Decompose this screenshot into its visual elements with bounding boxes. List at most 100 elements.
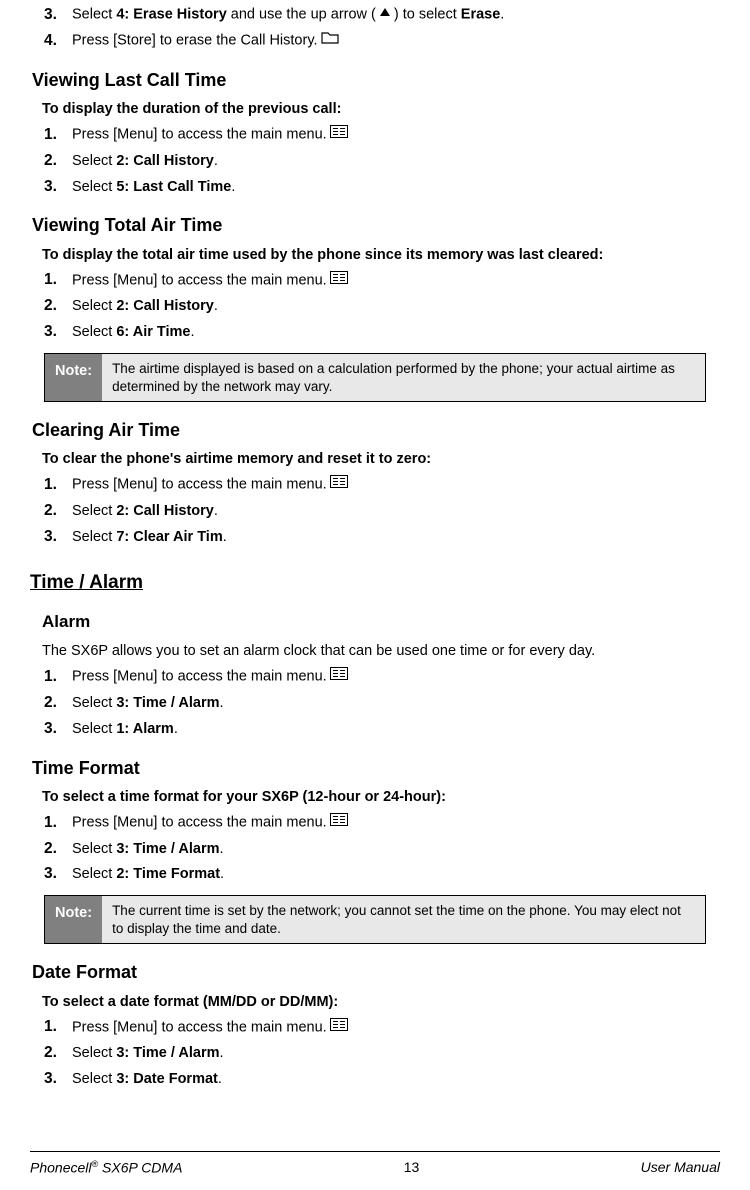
note-label: Note: (45, 896, 102, 943)
step-item: 2.Select 2: Call History. (44, 501, 720, 522)
menu-icon (330, 813, 348, 833)
step-item: 2.Select 3: Time / Alarm. (44, 693, 720, 714)
step-list: 1.Press [Menu] to access the main menu.2… (30, 1017, 720, 1090)
step-number: 3. (44, 177, 72, 198)
menu-icon (330, 1018, 348, 1038)
section-heading: Time Format (30, 756, 720, 780)
step-number: 2. (44, 693, 72, 714)
step-number: 2. (44, 1043, 72, 1064)
step-text: Select 5: Last Call Time. (72, 178, 720, 198)
step-number: 3. (44, 719, 72, 740)
step-text: Press [Menu] to access the main menu. (72, 667, 720, 687)
step-number: 2. (44, 296, 72, 317)
step-item: 3.Select 1: Alarm. (44, 719, 720, 740)
step-text: Select 2: Call History. (72, 502, 720, 522)
step-text: Select 4: Erase History and use the up a… (72, 5, 720, 25)
step-list: 3.Select 4: Erase History and use the up… (30, 5, 720, 52)
menu-icon (330, 125, 348, 145)
step-item: 2.Select 3: Time / Alarm. (44, 1043, 720, 1064)
step-number: 2. (44, 501, 72, 522)
section-heading-major: Time / Alarm (30, 570, 720, 596)
step-text: Select 7: Clear Air Tim. (72, 528, 720, 548)
intro-text: To select a date format (MM/DD or DD/MM)… (30, 993, 720, 1013)
step-text: Select 2: Call History. (72, 152, 720, 172)
step-text: Select 1: Alarm. (72, 720, 720, 740)
step-item: 2.Select 2: Call History. (44, 296, 720, 317)
intro-text: To select a time format for your SX6P (1… (30, 788, 720, 808)
folder-icon (321, 31, 339, 51)
up-arrow-icon (379, 5, 391, 25)
step-item: 3.Select 6: Air Time. (44, 322, 720, 343)
step-list: 1.Press [Menu] to access the main menu.2… (30, 475, 720, 548)
page: 3.Select 4: Erase History and use the up… (0, 5, 750, 1190)
paragraph: The SX6P allows you to set an alarm cloc… (30, 642, 720, 662)
step-number: 1. (44, 813, 72, 834)
step-item: 3.Select 5: Last Call Time. (44, 177, 720, 198)
step-number: 1. (44, 667, 72, 688)
step-text: Press [Menu] to access the main menu. (72, 813, 720, 833)
step-number: 2. (44, 151, 72, 172)
step-text: Press [Menu] to access the main menu. (72, 271, 720, 291)
step-item: 1.Press [Menu] to access the main menu. (44, 125, 720, 146)
step-number: 1. (44, 1017, 72, 1038)
step-item: 1.Press [Menu] to access the main menu. (44, 1017, 720, 1038)
intro-text: To clear the phone's airtime memory and … (30, 450, 720, 470)
step-text: Press [Menu] to access the main menu. (72, 125, 720, 145)
step-item: 3.Select 4: Erase History and use the up… (44, 5, 720, 26)
menu-icon (330, 271, 348, 291)
step-item: 1.Press [Menu] to access the main menu. (44, 270, 720, 291)
footer-right: User Manual (641, 1158, 720, 1178)
step-number: 3. (44, 864, 72, 885)
note-body: The airtime displayed is based on a calc… (102, 354, 705, 401)
page-number: 13 (404, 1158, 420, 1178)
step-number: 3. (44, 1069, 72, 1090)
step-list: 1.Press [Menu] to access the main menu.2… (30, 270, 720, 343)
step-text: Press [Menu] to access the main menu. (72, 1018, 720, 1038)
step-number: 1. (44, 125, 72, 146)
step-item: 1.Press [Menu] to access the main menu. (44, 475, 720, 496)
step-number: 3. (44, 5, 72, 26)
intro-text: To display the total air time used by th… (30, 246, 720, 266)
page-content: 3.Select 4: Erase History and use the up… (30, 5, 720, 1153)
step-item: 3.Select 2: Time Format. (44, 864, 720, 885)
menu-icon (330, 475, 348, 495)
step-text: Select 3: Time / Alarm. (72, 840, 720, 860)
step-text: Select 3: Date Format. (72, 1070, 720, 1090)
step-number: 1. (44, 475, 72, 496)
footer-product-name: Phonecell (30, 1160, 92, 1176)
step-text: Select 6: Air Time. (72, 323, 720, 343)
step-number: 4. (44, 31, 72, 52)
step-list: 1.Press [Menu] to access the main menu.2… (30, 813, 720, 886)
footer-model: SX6P CDMA (98, 1160, 182, 1176)
note-box: Note:The airtime displayed is based on a… (44, 353, 706, 402)
section-heading: Alarm (30, 611, 720, 634)
step-text: Press [Menu] to access the main menu. (72, 475, 720, 495)
note-box: Note:The current time is set by the netw… (44, 895, 706, 944)
step-item: 4.Press [Store] to erase the Call Histor… (44, 31, 720, 52)
menu-icon (330, 667, 348, 687)
step-list: 1.Press [Menu] to access the main menu.2… (30, 667, 720, 740)
footer-left: Phonecell® SX6P CDMA (30, 1158, 182, 1178)
page-footer: Phonecell® SX6P CDMA 13 User Manual (30, 1151, 720, 1178)
step-text: Select 3: Time / Alarm. (72, 1044, 720, 1064)
step-number: 3. (44, 322, 72, 343)
step-number: 1. (44, 270, 72, 291)
section-heading: Clearing Air Time (30, 418, 720, 442)
note-label: Note: (45, 354, 102, 401)
step-text: Select 2: Time Format. (72, 865, 720, 885)
step-item: 3.Select 7: Clear Air Tim. (44, 527, 720, 548)
step-text: Select 3: Time / Alarm. (72, 694, 720, 714)
note-body: The current time is set by the network; … (102, 896, 705, 943)
step-text: Press [Store] to erase the Call History. (72, 31, 720, 51)
step-item: 1.Press [Menu] to access the main menu. (44, 813, 720, 834)
step-item: 1.Press [Menu] to access the main menu. (44, 667, 720, 688)
intro-text: To display the duration of the previous … (30, 100, 720, 120)
step-number: 3. (44, 527, 72, 548)
section-heading: Date Format (30, 960, 720, 984)
step-list: 1.Press [Menu] to access the main menu.2… (30, 125, 720, 198)
step-item: 2.Select 3: Time / Alarm. (44, 839, 720, 860)
step-item: 2.Select 2: Call History. (44, 151, 720, 172)
step-number: 2. (44, 839, 72, 860)
step-text: Select 2: Call History. (72, 297, 720, 317)
section-heading: Viewing Last Call Time (30, 68, 720, 92)
